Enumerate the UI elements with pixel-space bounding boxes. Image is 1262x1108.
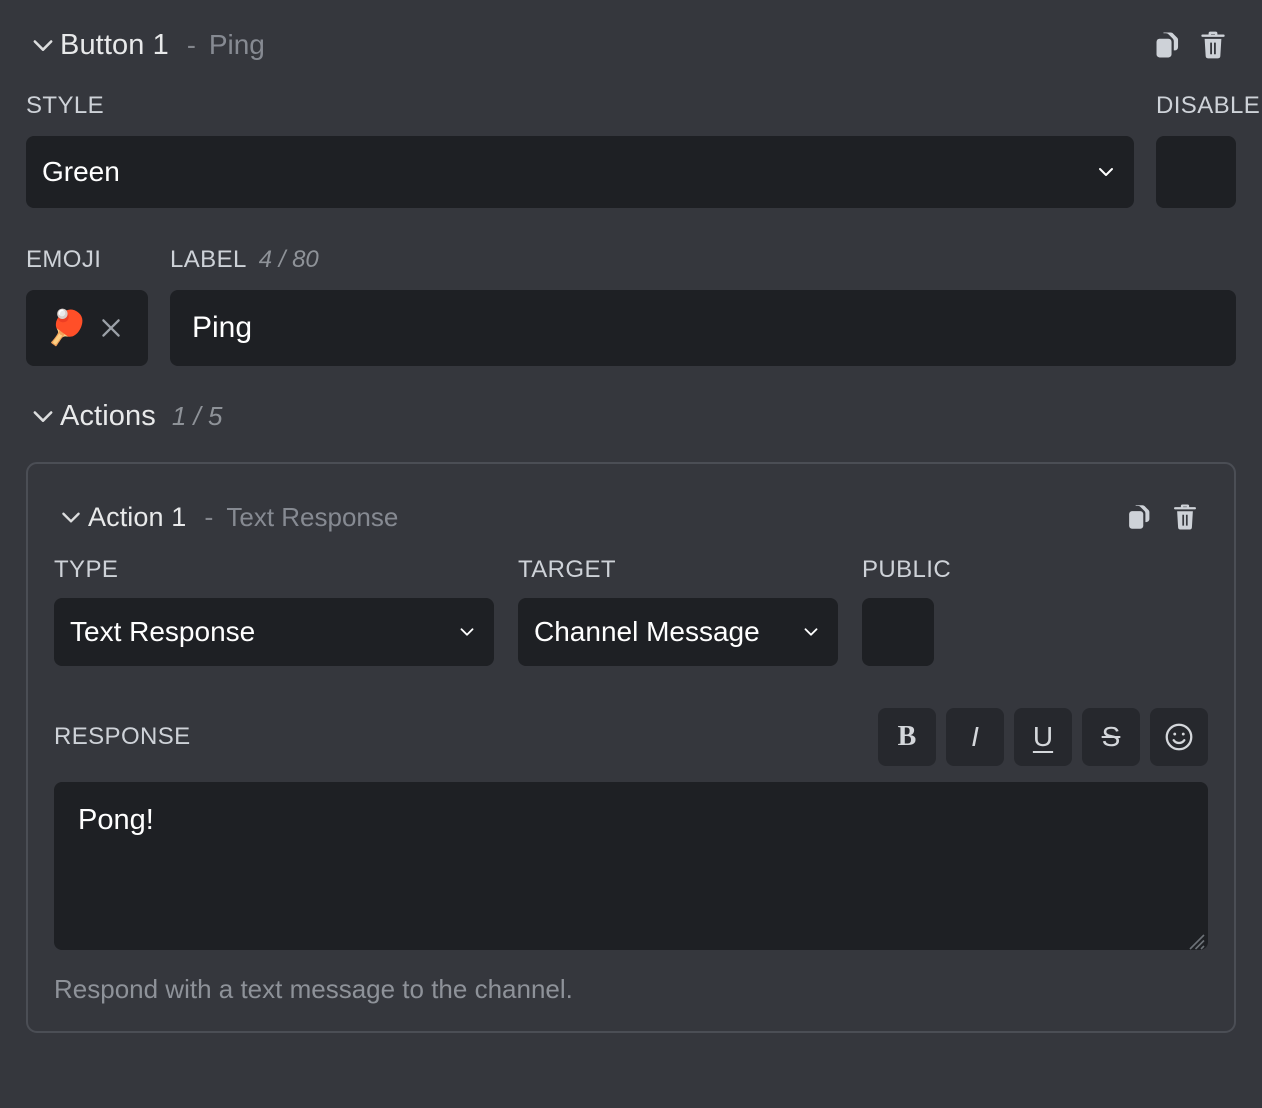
emoji-field: EMOJI 🏓 (26, 246, 148, 366)
response-helper-text: Respond with a text message to the chann… (54, 974, 1208, 1005)
label-input[interactable]: Ping (170, 290, 1236, 366)
response-label: RESPONSE (54, 723, 191, 751)
target-chevron-down-icon (800, 621, 822, 643)
disabled-field: DISABLED (1156, 92, 1236, 208)
style-row: STYLE Green DISABLED (26, 92, 1236, 208)
italic-button[interactable]: I (946, 708, 1004, 766)
emoji-label-row: EMOJI 🏓 LABEL 4 / 80 Ping (26, 246, 1236, 366)
underline-button[interactable]: U (1014, 708, 1072, 766)
button-title: Button 1 (60, 29, 169, 62)
response-header: RESPONSE B I U S (54, 708, 1208, 766)
public-field: PUBLIC (862, 556, 934, 666)
button-delete-trash-icon[interactable] (1190, 22, 1236, 68)
label-field-label: LABEL (170, 246, 247, 274)
button-header: Button 1 - Ping (26, 0, 1236, 90)
bold-button[interactable]: B (878, 708, 936, 766)
target-label: TARGET (518, 556, 838, 584)
actions-header: Actions 1 / 5 (26, 370, 1236, 462)
style-chevron-down-icon (1094, 160, 1118, 184)
style-select[interactable]: Green (26, 136, 1134, 208)
action-fields-row: TYPE Text Response TARGET Channel Messag… (54, 556, 1208, 666)
action-header: Action 1 - Text Response (54, 486, 1208, 548)
button-title-separator: - (187, 30, 196, 61)
type-select[interactable]: Text Response (54, 598, 494, 666)
action-duplicate-copy-icon[interactable] (1116, 494, 1162, 540)
type-chevron-down-icon (456, 621, 478, 643)
emoji-clear-close-icon[interactable] (94, 311, 128, 345)
actions-collapse-chevron-down-icon[interactable] (26, 399, 60, 433)
style-select-value: Green (42, 156, 1086, 188)
emoji-picker[interactable]: 🏓 (26, 290, 148, 366)
action-panel: Action 1 - Text Response TYPE (26, 462, 1236, 1033)
strikethrough-button[interactable]: S (1082, 708, 1140, 766)
action-subtitle: Text Response (226, 502, 398, 533)
target-select[interactable]: Channel Message (518, 598, 838, 666)
type-select-value: Text Response (70, 616, 448, 648)
button-config-panel: Button 1 - Ping STYLE Green (0, 0, 1262, 1108)
emoji-picker-button[interactable] (1150, 708, 1208, 766)
actions-title: Actions (60, 400, 156, 433)
target-select-value: Channel Message (534, 616, 792, 648)
label-field: LABEL 4 / 80 Ping (170, 246, 1236, 366)
disabled-label: DISABLED (1156, 92, 1262, 120)
response-textarea[interactable]: Pong! (54, 782, 1208, 950)
button-collapse-chevron-down-icon[interactable] (26, 28, 60, 62)
textarea-resize-handle[interactable] (1183, 925, 1205, 947)
disabled-checkbox[interactable] (1156, 136, 1236, 208)
response-format-toolbar: B I U S (878, 708, 1208, 766)
action-collapse-chevron-down-icon[interactable] (54, 500, 88, 534)
actions-counter: 1 / 5 (172, 401, 223, 432)
button-duplicate-copy-icon[interactable] (1144, 22, 1190, 68)
response-field: RESPONSE B I U S Po (54, 708, 1208, 1005)
emoji-label: EMOJI (26, 246, 148, 274)
label-char-counter: 4 / 80 (259, 246, 319, 274)
style-field: STYLE Green (26, 92, 1134, 208)
public-checkbox[interactable] (862, 598, 934, 666)
ping-pong-paddle-icon[interactable]: 🏓 (46, 311, 88, 345)
target-field: TARGET Channel Message (518, 556, 838, 666)
style-label: STYLE (26, 92, 1134, 120)
type-label: TYPE (54, 556, 494, 584)
action-title: Action 1 (88, 502, 186, 533)
public-label: PUBLIC (862, 556, 934, 584)
action-delete-trash-icon[interactable] (1162, 494, 1208, 540)
action-title-separator: - (204, 502, 213, 533)
button-preview-label: Ping (209, 29, 265, 61)
type-field: TYPE Text Response (54, 556, 494, 666)
